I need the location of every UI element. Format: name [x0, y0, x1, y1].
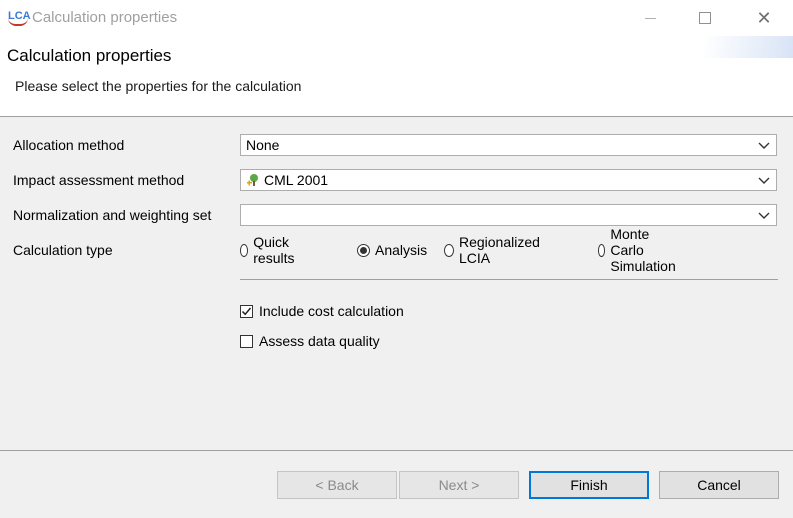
allocation-method-value: None: [246, 137, 280, 153]
radio-regionalized-lcia-label: Regionalized LCIA: [458, 234, 540, 266]
radio-quick-results-label: Quick results: [253, 234, 295, 266]
page-title: Calculation properties: [7, 46, 172, 65]
radio-regionalized-lcia[interactable]: Regionalized LCIA: [444, 234, 543, 266]
include-cost-checkbox[interactable]: Include cost calculation: [240, 302, 404, 320]
minimize-icon: [644, 17, 656, 19]
finish-button[interactable]: Finish: [529, 471, 649, 499]
radio-quick-results[interactable]: Quick results: [240, 234, 299, 266]
radio-analysis-label: Analysis: [375, 242, 428, 258]
radio-monte-carlo-label: Monte Carlo Simulation: [610, 226, 676, 274]
normalization-set-select[interactable]: [240, 204, 777, 226]
wizard-header: Calculation properties Please select the…: [0, 36, 793, 117]
button-bar-separator: [0, 450, 793, 451]
window-titlebar: LCA Calculation properties ✕: [0, 0, 793, 36]
close-icon: ✕: [756, 8, 772, 28]
radio-circle: [444, 243, 454, 257]
impact-method-value: CML 2001: [264, 172, 329, 188]
radio-circle-selected: [357, 243, 370, 257]
impact-method-label: Impact assessment method: [13, 172, 185, 188]
checkmark-icon: [241, 307, 252, 315]
chevron-down-icon: [758, 142, 770, 149]
radio-monte-carlo[interactable]: Monte Carlo Simulation: [598, 226, 681, 274]
maximize-button[interactable]: [682, 0, 728, 36]
include-cost-label: Include cost calculation: [259, 303, 404, 319]
assess-data-quality-checkbox[interactable]: Assess data quality: [240, 332, 380, 350]
checkbox-checked: [240, 304, 253, 318]
radio-analysis[interactable]: Analysis: [357, 241, 427, 259]
cancel-button[interactable]: Cancel: [659, 471, 779, 499]
chevron-down-icon: [758, 212, 770, 219]
radio-circle: [598, 243, 606, 257]
app-logo-icon: LCA: [8, 10, 31, 26]
assess-data-quality-label: Assess data quality: [259, 333, 380, 349]
chevron-down-icon: [758, 177, 770, 184]
close-button[interactable]: ✕: [741, 0, 787, 36]
calculation-type-label: Calculation type: [13, 242, 113, 258]
window-title: Calculation properties: [32, 9, 178, 26]
section-separator: [240, 279, 778, 280]
lcia-method-icon: [247, 174, 258, 186]
minimize-button[interactable]: [627, 0, 673, 36]
allocation-method-select[interactable]: None: [240, 134, 777, 156]
radio-circle: [240, 243, 249, 257]
impact-method-select[interactable]: CML 2001: [240, 169, 777, 191]
next-button[interactable]: Next >: [399, 471, 519, 499]
back-button[interactable]: < Back: [277, 471, 397, 499]
maximize-icon: [699, 12, 711, 24]
checkbox-unchecked: [240, 334, 253, 348]
header-banner-image: [703, 36, 793, 58]
page-description: Please select the properties for the cal…: [15, 78, 302, 94]
normalization-set-label: Normalization and weighting set: [13, 207, 212, 223]
allocation-method-label: Allocation method: [13, 137, 125, 153]
